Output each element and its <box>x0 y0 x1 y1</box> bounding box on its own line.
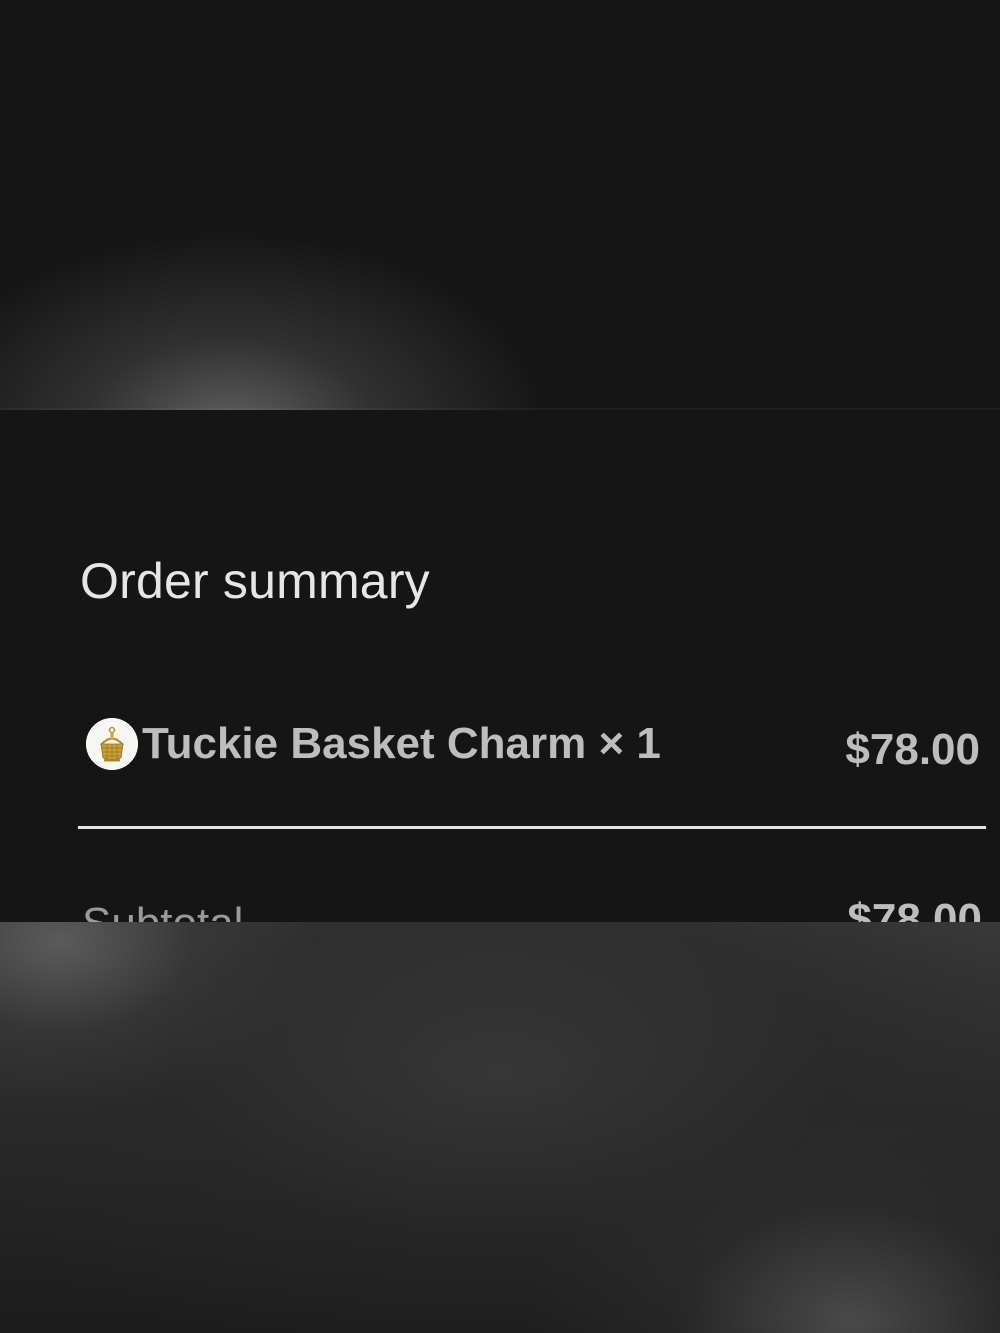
blurred-background-top <box>0 0 1000 410</box>
order-summary-title: Order summary <box>80 553 430 609</box>
order-summary-panel: Order summary Tuckie Basket Charm × 1 $7… <box>0 410 1000 922</box>
basket-charm-icon <box>86 718 138 770</box>
divider <box>78 826 986 829</box>
line-item-name: Tuckie Basket Charm × 1 <box>142 719 661 768</box>
subtotal-value: $78.00 <box>847 895 982 922</box>
line-item: Tuckie Basket Charm × 1 $78.00 <box>86 716 986 774</box>
subtotal-label: Subtotal <box>82 898 243 922</box>
page: Order summary Tuckie Basket Charm × 1 $7… <box>0 0 1000 1333</box>
blurred-background-bottom <box>0 922 1000 1333</box>
line-item-price: $78.00 <box>845 725 980 774</box>
